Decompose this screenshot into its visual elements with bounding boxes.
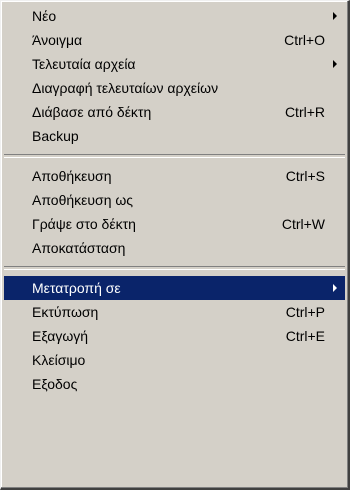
menu-item-backup[interactable]: Backup — [4, 124, 345, 148]
menu-item-label: Μετατροπή σε — [32, 280, 121, 296]
menu-item-label: Νέο — [32, 8, 57, 24]
menu-item-new[interactable]: Νέο — [4, 4, 345, 28]
file-menu: Νέο Άνοιγμα Ctrl+O Τελευταία αρχεία Διαγ… — [0, 0, 350, 490]
menu-item-read-from-receiver[interactable]: Διάβασε από δέκτη Ctrl+R — [4, 100, 345, 124]
menu-item-shortcut: Ctrl+P — [285, 304, 325, 320]
menu-item-clear-recent[interactable]: Διαγραφή τελευταίων αρχείων — [4, 76, 345, 100]
menu-item-shortcut: Ctrl+O — [284, 32, 325, 48]
menu-item-restore[interactable]: Αποκατάσταση — [4, 236, 345, 260]
submenu-arrow-icon — [333, 12, 337, 20]
menu-item-label: Αποθήκευση ως — [32, 192, 134, 208]
menu-item-save-as[interactable]: Αποθήκευση ως — [4, 188, 345, 212]
menu-item-label: Διαγραφή τελευταίων αρχείων — [32, 80, 219, 96]
menu-item-shortcut: Ctrl+S — [285, 168, 325, 184]
menu-item-label: Διάβασε από δέκτη — [32, 104, 152, 120]
menu-item-print[interactable]: Εκτύπωση Ctrl+P — [4, 300, 345, 324]
menu-item-label: Γράψε στο δέκτη — [32, 216, 136, 232]
menu-item-export[interactable]: Εξαγωγή Ctrl+E — [4, 324, 345, 348]
menu-item-exit[interactable]: Εξοδος — [4, 372, 345, 396]
menu-item-shortcut: Ctrl+E — [285, 328, 325, 344]
submenu-arrow-icon — [333, 284, 337, 292]
menu-item-label: Εξοδος — [32, 376, 78, 392]
menu-item-label: Αποκατάσταση — [32, 240, 126, 256]
menu-item-write-to-receiver[interactable]: Γράψε στο δέκτη Ctrl+W — [4, 212, 345, 236]
menu-item-save[interactable]: Αποθήκευση Ctrl+S — [4, 164, 345, 188]
menu-item-open[interactable]: Άνοιγμα Ctrl+O — [4, 28, 345, 52]
menu-item-close[interactable]: Κλείσιμο — [4, 348, 345, 372]
menu-item-shortcut: Ctrl+R — [284, 104, 325, 120]
menu-item-shortcut: Ctrl+W — [281, 216, 325, 232]
menu-item-label: Αποθήκευση — [32, 168, 112, 184]
menu-item-label: Εκτύπωση — [32, 304, 99, 320]
menu-item-label: Τελευταία αρχεία — [32, 56, 136, 72]
menu-item-label: Backup — [32, 128, 79, 144]
menu-item-convert-to[interactable]: Μετατροπή σε — [4, 276, 345, 300]
menu-item-label: Εξαγωγή — [32, 328, 89, 344]
submenu-arrow-icon — [333, 60, 337, 68]
menu-item-label: Κλείσιμο — [32, 352, 86, 368]
menu-item-label: Άνοιγμα — [32, 32, 83, 48]
menu-item-recent-files[interactable]: Τελευταία αρχεία — [4, 52, 345, 76]
menu-separator — [4, 266, 345, 270]
menu-separator — [4, 154, 345, 158]
